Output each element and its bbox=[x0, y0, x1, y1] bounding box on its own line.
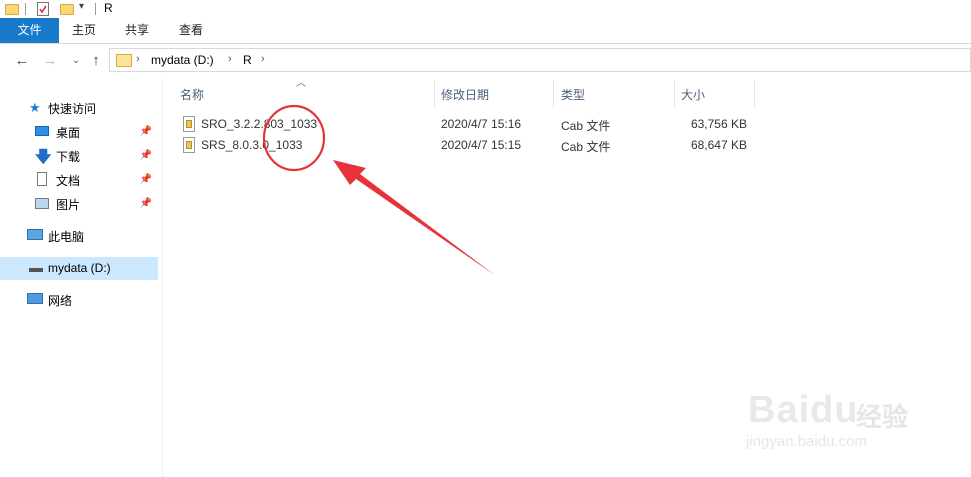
recent-locations-chevron-icon[interactable]: ⌄ bbox=[68, 53, 84, 69]
cab-file-icon bbox=[183, 137, 195, 153]
file-row[interactable]: SRO_3.2.2.803_1033 2020/4/7 15:16 Cab 文件… bbox=[175, 115, 753, 135]
column-divider[interactable] bbox=[754, 80, 755, 108]
nav-item-drive-d[interactable]: mydata (D:) bbox=[0, 257, 158, 280]
pin-icon[interactable]: 📌 bbox=[140, 150, 152, 161]
ribbon: 文件 主页 共享 查看 bbox=[0, 18, 971, 44]
network-icon bbox=[27, 293, 43, 304]
tab-share[interactable]: 共享 bbox=[109, 18, 165, 43]
nav-item-this-pc[interactable]: 此电脑 bbox=[0, 225, 158, 247]
column-divider[interactable] bbox=[434, 80, 435, 108]
document-icon bbox=[37, 172, 47, 186]
folder-icon bbox=[116, 54, 132, 67]
pin-icon[interactable]: 📌 bbox=[140, 126, 152, 137]
column-divider[interactable] bbox=[553, 80, 554, 108]
back-arrow-icon[interactable]: ← bbox=[14, 53, 30, 69]
column-divider[interactable] bbox=[674, 80, 675, 108]
breadcrumb-folder[interactable]: R bbox=[243, 53, 252, 67]
separator bbox=[25, 3, 26, 15]
chevron-right-icon[interactable]: › bbox=[261, 53, 265, 65]
watermark-url: jingyan.baidu.com bbox=[746, 433, 867, 450]
navigation-pane: ★ 快速访问 桌面 📌 🡇 下载 📌 文档 📌 图片 📌 此电脑 mydata … bbox=[0, 77, 163, 477]
file-name: SRS_8.0.3.0_1033 bbox=[201, 138, 303, 152]
address-bar[interactable]: › mydata (D:) › R › bbox=[109, 48, 971, 72]
nav-label: 此电脑 bbox=[48, 230, 85, 244]
nav-item-desktop[interactable]: 桌面 📌 bbox=[0, 121, 158, 143]
file-size: 63,756 KB bbox=[690, 117, 747, 131]
watermark-cn: 经验 bbox=[856, 402, 909, 432]
desktop-icon bbox=[35, 126, 49, 136]
forward-arrow-icon[interactable]: → bbox=[42, 53, 58, 69]
file-date: 2020/4/7 15:16 bbox=[441, 117, 522, 131]
nav-item-network[interactable]: 网络 bbox=[0, 289, 158, 311]
file-name: SRO_3.2.2.803_1033 bbox=[201, 117, 318, 131]
cab-file-icon bbox=[183, 116, 195, 132]
computer-icon bbox=[27, 229, 43, 240]
watermark-logo: Baidu bbox=[748, 389, 859, 431]
nav-item-documents[interactable]: 文档 📌 bbox=[0, 169, 158, 191]
chevron-right-icon[interactable]: › bbox=[136, 53, 140, 65]
file-date: 2020/4/7 15:15 bbox=[441, 138, 522, 152]
drive-icon bbox=[29, 268, 43, 272]
star-icon: ★ bbox=[29, 100, 41, 115]
separator bbox=[95, 3, 96, 15]
nav-item-downloads[interactable]: 🡇 下载 📌 bbox=[0, 145, 158, 167]
pin-icon[interactable]: 📌 bbox=[140, 198, 152, 209]
annotation-arrow bbox=[333, 160, 496, 276]
title-bar: ▾ R bbox=[0, 0, 971, 18]
tab-view[interactable]: 查看 bbox=[165, 18, 217, 43]
column-header-type[interactable]: 类型 bbox=[561, 83, 666, 107]
file-size: 68,647 KB bbox=[690, 138, 747, 152]
column-header-size[interactable]: 大小 bbox=[681, 83, 751, 107]
new-folder-icon[interactable] bbox=[60, 4, 74, 15]
column-header-name[interactable]: 名称 bbox=[180, 83, 430, 107]
file-type: Cab 文件 bbox=[561, 140, 611, 154]
pin-icon[interactable]: 📌 bbox=[140, 174, 152, 185]
column-header-date[interactable]: 修改日期 bbox=[441, 83, 546, 107]
customize-toolbar-icon[interactable]: ▾ bbox=[79, 1, 84, 12]
file-type: Cab 文件 bbox=[561, 119, 611, 133]
tab-file[interactable]: 文件 bbox=[0, 18, 59, 43]
tab-home[interactable]: 主页 bbox=[59, 18, 109, 43]
breadcrumb-drive[interactable]: mydata (D:) bbox=[151, 53, 214, 67]
nav-item-quick-access[interactable]: ★ 快速访问 bbox=[0, 97, 158, 119]
window-title: R bbox=[104, 1, 113, 15]
nav-label: 图片 bbox=[56, 198, 81, 212]
properties-icon[interactable] bbox=[37, 2, 49, 16]
nav-item-pictures[interactable]: 图片 📌 bbox=[0, 193, 158, 215]
nav-label: 网络 bbox=[48, 294, 73, 308]
nav-label: 桌面 bbox=[56, 126, 81, 140]
folder-icon[interactable] bbox=[5, 4, 19, 15]
up-arrow-icon[interactable]: ↑ bbox=[88, 53, 104, 69]
nav-label: 文档 bbox=[56, 174, 81, 188]
nav-label: mydata (D:) bbox=[48, 261, 111, 275]
picture-icon bbox=[35, 198, 49, 209]
file-row[interactable]: SRS_8.0.3.0_1033 2020/4/7 15:15 Cab 文件 6… bbox=[175, 136, 753, 156]
checkmark-icon bbox=[39, 5, 47, 14]
nav-label: 下载 bbox=[56, 150, 81, 164]
nav-label: 快速访问 bbox=[48, 102, 97, 116]
chevron-right-icon[interactable]: › bbox=[228, 53, 232, 65]
